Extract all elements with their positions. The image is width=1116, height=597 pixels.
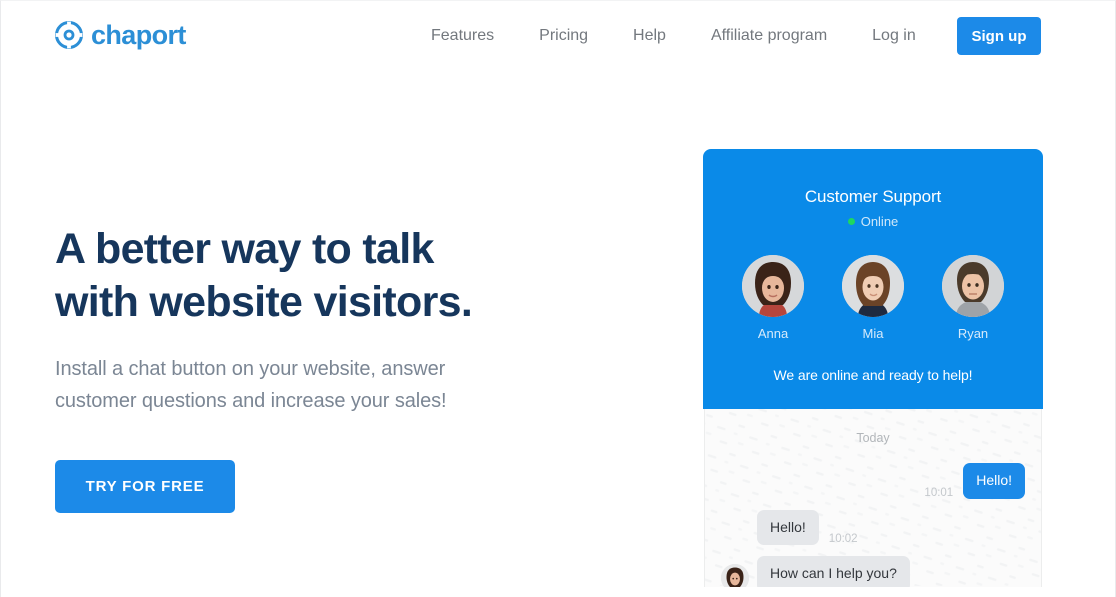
chat-widget: Customer Support Online Anna Mia Ryan We… xyxy=(703,149,1043,587)
avatar-anna-small xyxy=(721,563,749,587)
chat-widget-status: Online xyxy=(703,214,1043,229)
hero-subtitle: Install a chat button on your website, a… xyxy=(55,353,575,417)
operator-ryan[interactable]: Ryan xyxy=(942,255,1004,341)
main-navigation: Features Pricing Help Affiliate program … xyxy=(431,1,916,71)
chat-message-row: How can I help you? xyxy=(705,556,1041,587)
nav-link-pricing[interactable]: Pricing xyxy=(539,19,588,53)
message-bubble-incoming: Hello! xyxy=(757,509,819,545)
site-header: chaport Features Pricing Help Affiliate … xyxy=(1,1,1115,71)
chat-day-divider: Today xyxy=(856,431,890,445)
nav-link-log-in[interactable]: Log in xyxy=(872,19,916,53)
nav-link-affiliate-program[interactable]: Affiliate program xyxy=(711,19,827,53)
avatar-ryan xyxy=(942,255,1004,317)
online-status-label: Online xyxy=(860,214,899,229)
lifebuoy-icon xyxy=(55,21,83,49)
hero-subtitle-line-2: customer questions and increase your sal… xyxy=(55,390,447,412)
chat-message-row: Hello! 10:02 xyxy=(705,509,1041,545)
chat-widget-title: Customer Support xyxy=(804,187,942,206)
brand-name: chaport xyxy=(91,19,186,50)
sign-up-button[interactable]: Sign up xyxy=(957,17,1041,55)
operator-name: Mia xyxy=(862,326,884,341)
operator-anna[interactable]: Anna xyxy=(742,255,804,341)
hero-title-line-1: A better way to talk xyxy=(55,225,434,273)
hero-title-line-2: with website visitors. xyxy=(55,278,473,326)
brand-logo[interactable]: chaport xyxy=(55,21,186,49)
chat-widget-header: Customer Support Online Anna Mia Ryan We… xyxy=(703,149,1043,409)
hero-title: A better way to talk with website visito… xyxy=(55,223,575,329)
chat-message-row: 10:01 Hello! xyxy=(705,463,1041,499)
message-bubble-incoming: How can I help you? xyxy=(757,556,910,587)
browser-viewport: chaport Features Pricing Help Affiliate … xyxy=(0,0,1116,597)
avatar-anna xyxy=(742,255,804,317)
operator-name: Ryan xyxy=(957,326,989,341)
message-bubble-outgoing: Hello! xyxy=(963,463,1025,499)
hero-subtitle-line-1: Install a chat button on your website, a… xyxy=(55,358,446,380)
chat-inner: Today 10:01 Hello! Hello! 10:02 How can … xyxy=(705,431,1041,587)
message-timestamp: 10:01 xyxy=(924,486,954,499)
try-for-free-button[interactable]: TRY FOR FREE xyxy=(55,460,235,513)
nav-link-features[interactable]: Features xyxy=(431,19,494,53)
operators-list: Anna Mia Ryan xyxy=(703,255,1043,341)
online-status-dot xyxy=(847,218,855,225)
operator-name: Anna xyxy=(757,326,789,341)
avatar-mia xyxy=(842,255,904,317)
operator-mia[interactable]: Mia xyxy=(842,255,904,341)
chat-widget-tagline: We are online and ready to help! xyxy=(773,367,973,383)
chat-message-list[interactable]: Today 10:01 Hello! Hello! 10:02 How can … xyxy=(704,409,1042,587)
hero-section: A better way to talk with website visito… xyxy=(55,223,575,417)
nav-link-help[interactable]: Help xyxy=(633,19,666,53)
message-timestamp: 10:02 xyxy=(828,533,858,545)
